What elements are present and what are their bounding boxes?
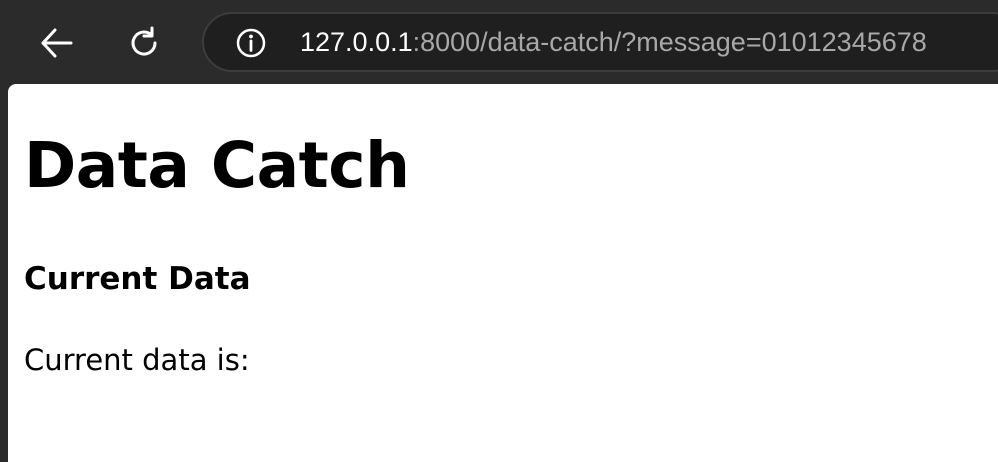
page-viewport: Data Catch Current Data Current data is: — [8, 84, 998, 462]
page-title: Data Catch — [24, 129, 410, 202]
section-heading: Current Data — [24, 261, 251, 297]
address-bar[interactable]: 127.0.0.1:8000/data-catch/?message=01012… — [202, 12, 998, 72]
reload-icon — [131, 26, 157, 56]
current-data-text: Current data is: — [24, 343, 250, 377]
url-path: :8000/data-catch/?message=01012345678 — [412, 27, 927, 57]
reload-button[interactable] — [121, 20, 167, 66]
browser-window: 127.0.0.1:8000/data-catch/?message=01012… — [0, 0, 998, 462]
back-arrow-icon — [41, 28, 73, 58]
url-host: 127.0.0.1 — [300, 27, 413, 57]
browser-toolbar: 127.0.0.1:8000/data-catch/?message=01012… — [0, 0, 998, 84]
back-button[interactable] — [33, 20, 79, 66]
url-text[interactable]: 127.0.0.1:8000/data-catch/?message=01012… — [300, 14, 927, 70]
info-icon[interactable] — [236, 28, 266, 58]
